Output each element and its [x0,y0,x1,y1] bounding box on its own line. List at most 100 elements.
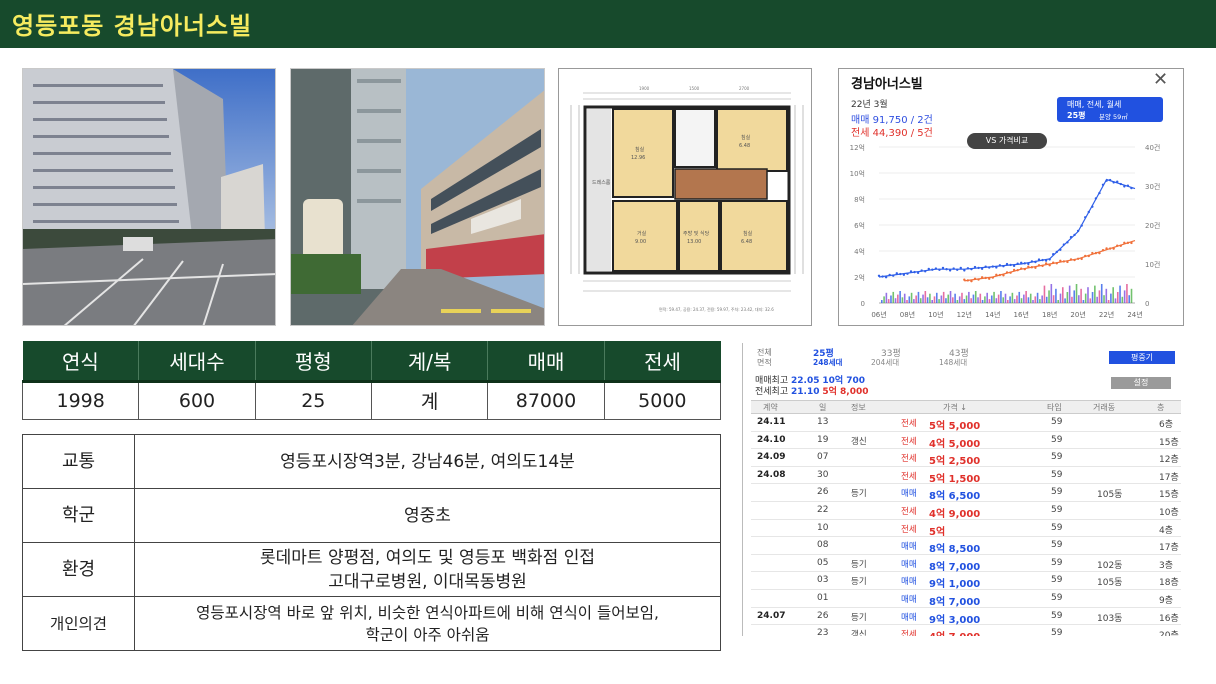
series-point [1066,241,1069,244]
series-point [948,269,952,272]
volume-bar [883,296,885,303]
series-point [963,269,966,272]
series-point [1005,262,1009,266]
volume-bar [968,291,970,303]
stats-value-size: 25 [254,380,372,420]
series-point [977,278,980,281]
vs-compare-button[interactable]: VS 가격비교 [967,133,1047,149]
table-row[interactable]: 24.10 19 갱신 전세 4억 5,000 59 15층 [751,432,1181,450]
tx-price: 8억 6,500 [929,491,981,503]
svg-text:면적: 59.47, 공용: 24.37, 전용: 59.9: 면적: 59.47, 공용: 24.37, 전용: 59.97, 주차: 23.… [659,306,774,312]
series-point [927,267,930,271]
series-point [998,264,1002,267]
y2-tick-label: 40건 [1145,143,1160,152]
volume-bar [1121,296,1124,303]
volume-bar [919,298,922,303]
series-point [1112,247,1115,250]
tx-head-price[interactable]: 가격 ↓ [943,402,967,413]
volume-bar [1126,284,1128,303]
volume-bar [903,293,906,303]
volume-bar [986,292,988,303]
series-point [1073,233,1076,237]
table-row[interactable]: 22 전세 4억 9,000 59 10층 [751,502,1181,520]
volume-bar [933,296,936,303]
tx-type: 매매 [901,489,917,500]
table-row[interactable]: 01 매매 8억 7,000 59 9층 [751,590,1181,608]
series-point [1126,184,1130,187]
info-table: 교통 영등포시장역3분, 강남46분, 여의도14분 학군 영중초 환경 롯데마… [22,434,721,651]
tx-price: 8억 7,000 [929,561,981,573]
volume-bar [1036,292,1039,303]
y-tick-label: 2억 [854,274,865,282]
series-point [1098,191,1101,195]
series-point [909,270,913,273]
series-point [1126,241,1130,245]
volume-bar [926,297,929,303]
tx-area: 59 [1051,575,1063,586]
series-point [1005,271,1009,274]
table-row[interactable]: 24.07 26 등기 매매 9억 3,000 59 103동 16층 [751,608,1181,626]
series-point [1012,268,1016,272]
table-row[interactable]: 08 매매 8억 8,500 59 17층 [751,537,1181,555]
table-row[interactable]: 23 갱신 전세 4억 7,000 59 20층 [751,625,1181,636]
volume-bar [977,297,979,303]
series-point [1076,229,1080,233]
volume-bar [1027,297,1030,303]
tx-price: 5억 1,500 [929,473,981,485]
tx-type: 매매 [901,612,917,623]
series-point [1002,265,1005,268]
info-value-opinion: 영등포시장역 바로 앞 위치, 비슷한 연식아파트에 비해 연식이 들어보임, … [134,596,721,651]
table-row[interactable]: 03 등기 매매 9억 1,000 59 105동 18층 [751,572,1181,590]
stats-value-sale: 87000 [487,380,605,420]
info-row-transport: 교통 영등포시장역3분, 강남46분, 여의도14분 [22,434,721,489]
info-line: 롯데마트 양평점, 여의도 및 영등포 백화점 인접 [260,547,595,568]
stats-header-row: 연식 세대수 평형 계/복 매매 전세 [22,341,721,383]
page-title: 영등포동 경남아너스빌 [12,12,253,40]
table-row[interactable]: 10 전세 5억 59 4층 [751,520,1181,538]
chart-filter-button[interactable]: 매매, 전세, 월세 25평 분양 59㎡ [1057,97,1163,122]
info-key-opinion: 개인의견 [22,596,135,651]
info-line: 학군이 아주 아쉬움 [365,625,490,644]
volume-bar [1066,292,1069,303]
tx-price: 9억 3,000 [929,614,981,626]
series-point [1037,258,1041,261]
series-point [1027,262,1030,266]
tx-floor: 3층 [1159,560,1174,571]
settings-button[interactable]: 설정 [1111,377,1171,389]
size-compare-button[interactable]: 평중기 [1109,351,1175,364]
series-point [1105,247,1108,250]
table-row[interactable]: 24.09 07 전세 5억 2,500 59 12층 [751,449,1181,467]
volume-bar [972,294,975,303]
price-chart-panel: 0 2억 4억 6억 8억 10억 12억 0 10건 20건 30건 40건 06년 08년 10년 12년… [838,68,1184,326]
table-row[interactable]: 24.11 13 전세 5억 5,000 59 6층 [751,414,1181,432]
volume-bar [915,295,917,303]
svg-text:침실: 침실 [635,146,645,153]
tx-type: 전세 [901,630,917,636]
series-point [924,270,927,273]
series-point [977,266,980,270]
tx-price: 5억 [929,526,946,538]
volume-bar [897,294,899,303]
stats-header-households: 세대수 [138,341,256,383]
series-line-rent [964,240,1136,282]
close-icon[interactable]: ✕ [1153,69,1168,90]
table-row[interactable]: 26 등기 매매 8억 6,500 59 105동 15층 [751,484,1181,502]
volume-bar [1130,288,1133,303]
volume-bar [1059,293,1062,303]
tx-note: 등기 [851,612,867,623]
title-bar: 영등포동 경남아너스빌 [0,0,1216,48]
series-point [1041,264,1044,268]
tx-day: 08 [817,540,829,551]
series-point [916,271,920,275]
series-point [945,268,948,271]
svg-text:9.00: 9.00 [635,239,646,245]
stats-value-year: 1998 [21,380,140,420]
series-point [1098,251,1101,255]
info-key-environment: 환경 [22,542,135,597]
series-point [995,273,998,277]
info-line: 영등포시장역3분, 강남46분, 여의도14분 [280,451,575,472]
table-row[interactable]: 24.08 30 전세 5억 1,500 59 17층 [751,467,1181,485]
tx-price: 8억 8,500 [929,544,981,556]
volume-bar [984,296,986,303]
table-row[interactable]: 05 등기 매매 8억 7,000 59 102동 3층 [751,555,1181,573]
